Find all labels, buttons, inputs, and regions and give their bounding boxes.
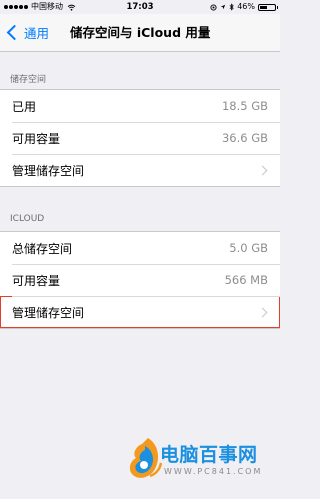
icloud-manage-storage-label: 管理储存空间 [12,305,85,320]
used-value: 18.5 GB [221,99,268,113]
watermark: 电脑百事网 WWW.PC841.COM [128,436,278,494]
chevron-right-icon [257,165,268,175]
icloud-available-row: 可用容量 566 MB [0,264,280,296]
manage-storage-label: 管理储存空间 [12,163,85,178]
back-button[interactable]: 通用 [6,14,49,51]
used-row: 已用 18.5 GB [0,90,280,122]
chevron-left-icon [6,24,23,41]
navigation-bar: 通用 储存空间与 iCloud 用量 [0,14,280,52]
page-title: 储存空间与 iCloud 用量 [70,25,211,40]
manage-storage-row[interactable]: 管理储存空间 [0,154,280,186]
status-bar: 中国移动 17:03 46% [0,0,280,14]
back-button-label: 通用 [24,26,50,41]
available-label: 可用容量 [12,131,61,146]
watermark-url: WWW.PC841.COM [164,467,263,476]
chevron-right-icon [257,307,268,317]
rotation-lock-icon [210,3,217,11]
brand-logo-icon [129,438,162,478]
storage-section-header: 储存空间 [10,75,47,85]
icloud-manage-storage-row[interactable]: 管理储存空间 [0,296,280,328]
total-storage-value: 5.0 GB [229,241,268,255]
status-right: 46% [210,0,278,14]
storage-group: 已用 18.5 GB 可用容量 36.6 GB 管理储存空间 [0,89,280,187]
battery-icon [258,3,278,11]
watermark-brand: 电脑百事网 [160,444,258,466]
available-row: 可用容量 36.6 GB [0,122,280,154]
location-icon [220,4,226,10]
bluetooth-icon [229,3,234,11]
icloud-available-label: 可用容量 [12,273,61,288]
icloud-group: 总储存空间 5.0 GB 可用容量 566 MB 管理储存空间 [0,231,280,329]
battery-percent: 46% [237,2,255,11]
total-storage-label: 总储存空间 [12,241,73,256]
used-label: 已用 [12,99,37,114]
icloud-section-header: ICLOUD [10,214,45,224]
available-value: 36.6 GB [221,131,268,145]
total-storage-row: 总储存空间 5.0 GB [0,232,280,264]
icloud-available-value: 566 MB [224,273,268,287]
